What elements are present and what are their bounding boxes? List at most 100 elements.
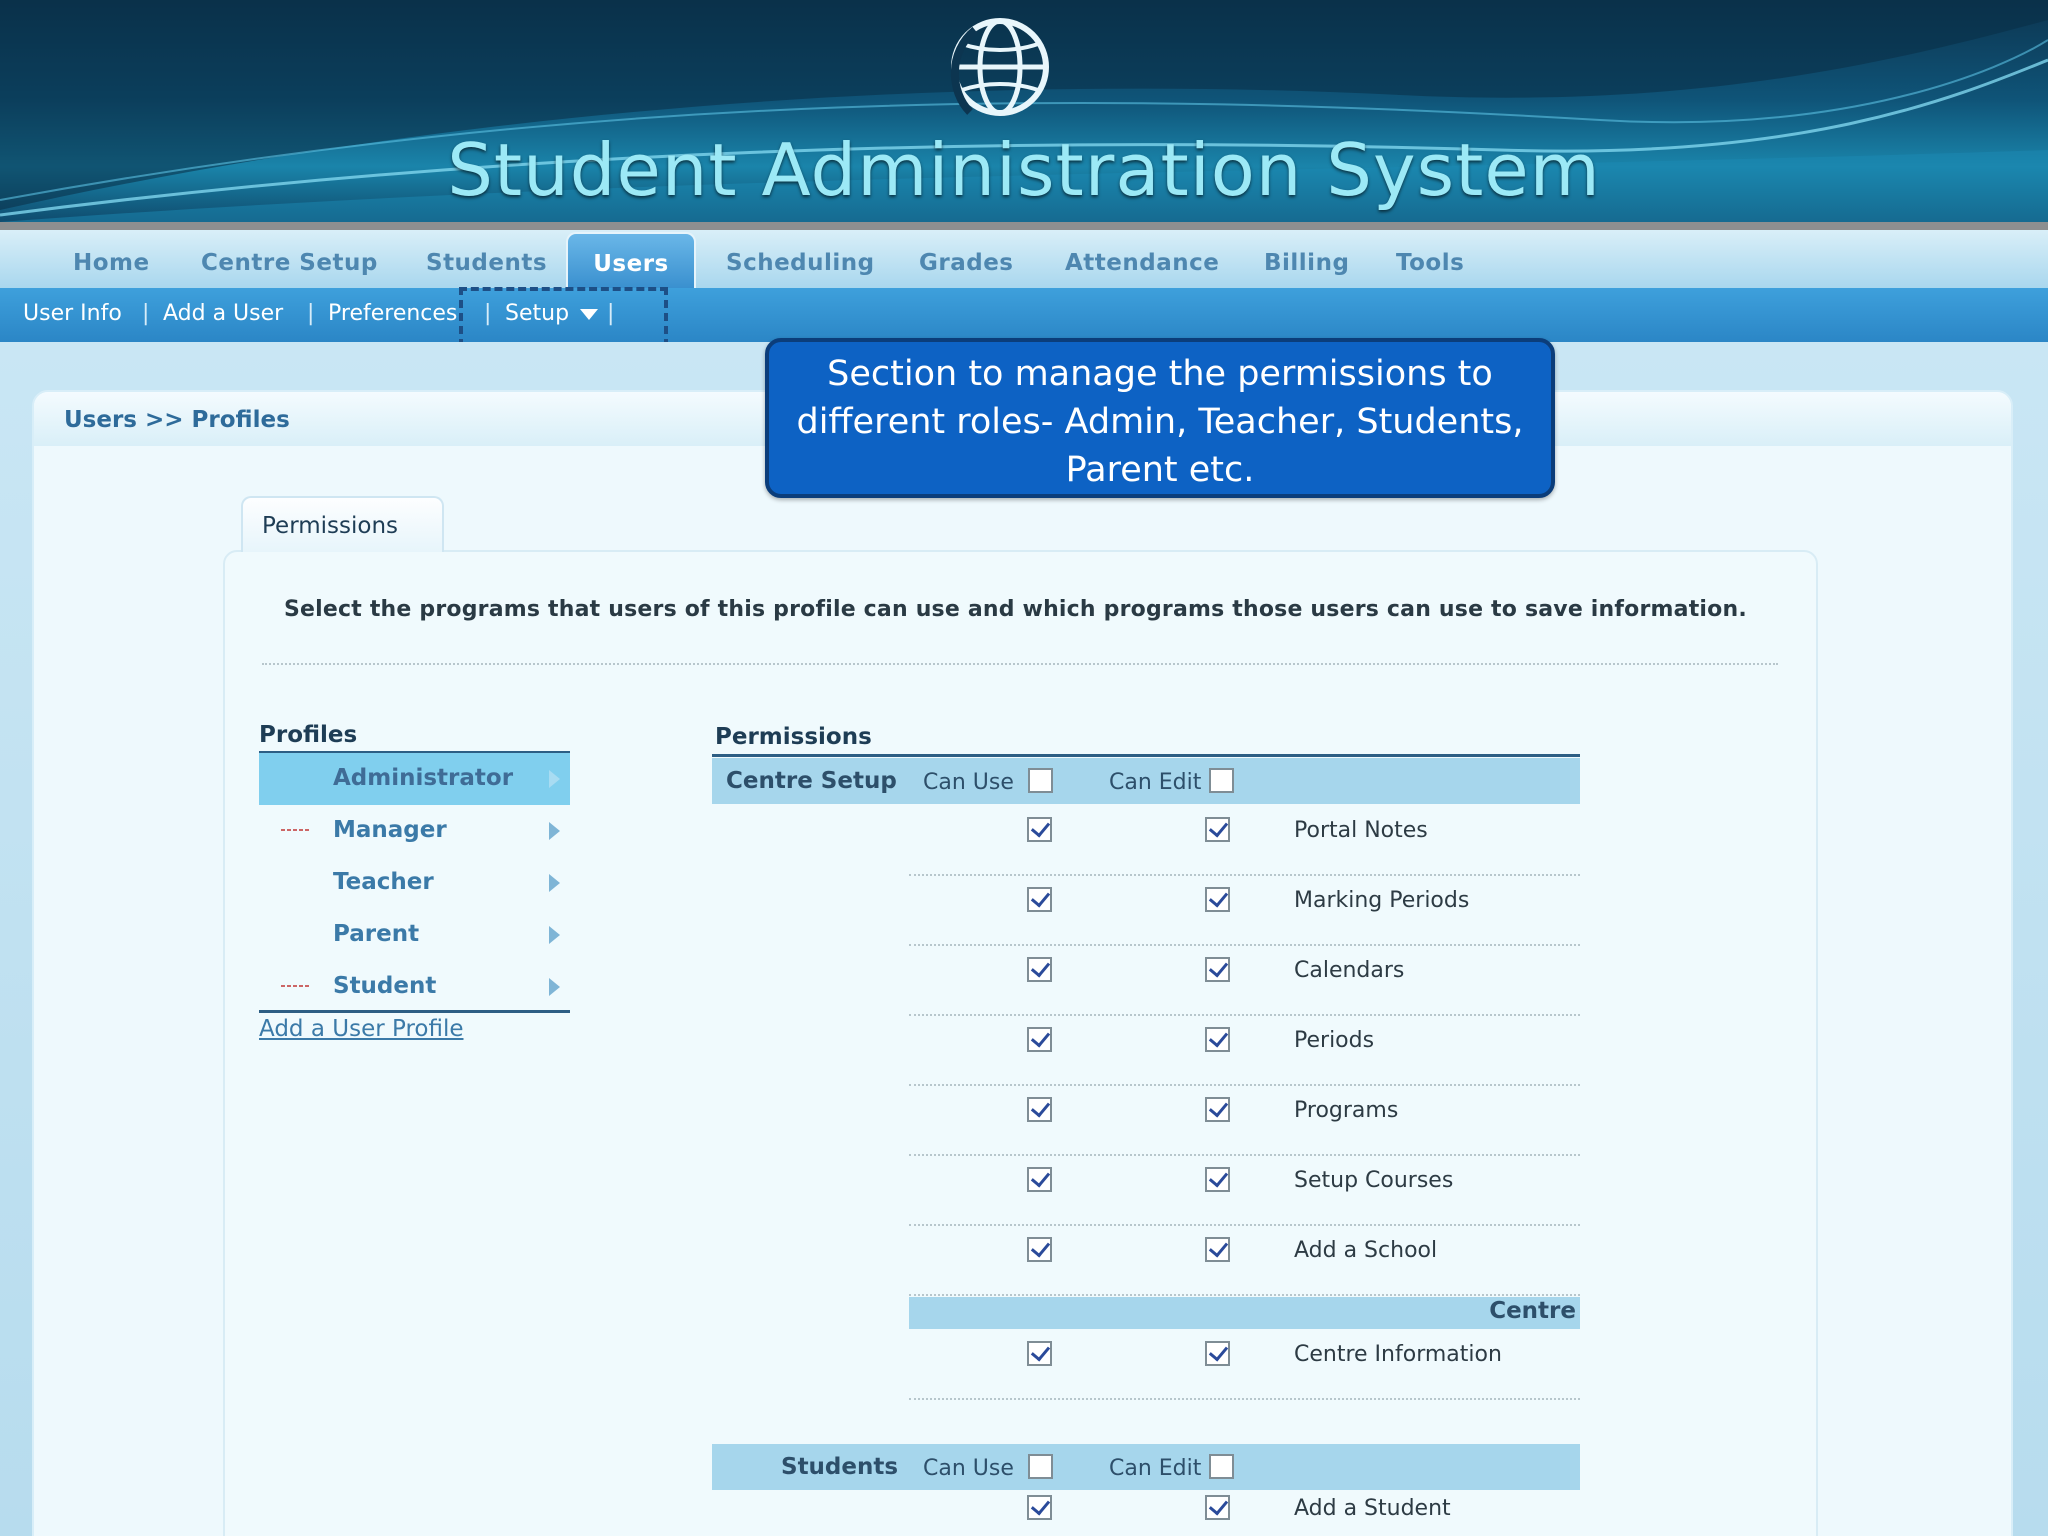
nav-tab-billing[interactable]: Billing <box>1264 230 1349 288</box>
callout-line: different roles- Admin, Teacher, Student… <box>796 402 1524 442</box>
subnav-separator: | <box>142 301 150 326</box>
select-all-can-edit-checkbox[interactable] <box>1209 1454 1234 1479</box>
permission-label: Centre Information <box>1294 1342 1502 1367</box>
profile-item-parent[interactable]: Parent <box>259 909 570 961</box>
can-edit-label: Can Edit <box>1109 770 1202 795</box>
can-use-checkbox[interactable] <box>1027 1341 1052 1366</box>
can-use-checkbox[interactable] <box>1027 1027 1052 1052</box>
can-use-checkbox[interactable] <box>1027 817 1052 842</box>
subnav-separator: | <box>307 301 315 326</box>
can-edit-label: Can Edit <box>1109 1456 1202 1481</box>
can-use-checkbox[interactable] <box>1027 1167 1052 1192</box>
callout-line: Section to manage the permissions to <box>827 354 1493 394</box>
user-marker-icon <box>281 985 311 987</box>
permission-row: Add a School <box>909 1226 1580 1296</box>
nav-tab-centre-setup[interactable]: Centre Setup <box>201 230 378 288</box>
profile-item-student[interactable]: Student <box>259 961 570 1013</box>
nav-tab-home[interactable]: Home <box>73 230 150 288</box>
chevron-right-icon <box>549 978 560 996</box>
chevron-right-icon <box>549 822 560 840</box>
profile-name: Student <box>333 973 437 999</box>
can-edit-checkbox[interactable] <box>1205 887 1230 912</box>
permission-row: Centre Information <box>909 1330 1580 1400</box>
permission-label: Calendars <box>1294 958 1405 983</box>
nav-tab-tools[interactable]: Tools <box>1396 230 1464 288</box>
main-nav: Home Centre Setup Students Users Schedul… <box>0 230 2048 288</box>
can-use-label: Can Use <box>923 770 1014 795</box>
can-use-checkbox[interactable] <box>1027 957 1052 982</box>
can-edit-checkbox[interactable] <box>1205 1495 1230 1520</box>
can-use-checkbox[interactable] <box>1027 1097 1052 1122</box>
permission-label: Add a Student <box>1294 1496 1451 1521</box>
can-use-checkbox[interactable] <box>1027 1237 1052 1262</box>
divider <box>262 663 1778 665</box>
can-edit-checkbox[interactable] <box>1205 1167 1230 1192</box>
can-use-checkbox[interactable] <box>1027 1495 1052 1520</box>
can-edit-checkbox[interactable] <box>1205 1097 1230 1122</box>
subsection-title: Centre <box>1489 1298 1576 1324</box>
permission-row: Portal Notes <box>909 806 1580 876</box>
subnav-preferences[interactable]: Preferences <box>328 301 457 326</box>
profile-item-administrator[interactable]: Administrator <box>259 753 570 805</box>
permission-label: Periods <box>1294 1028 1375 1053</box>
permission-row: Calendars <box>909 946 1580 1016</box>
can-edit-checkbox[interactable] <box>1205 957 1230 982</box>
chevron-right-icon <box>549 926 560 944</box>
profile-name: Teacher <box>333 869 434 895</box>
permission-row: Marking Periods <box>909 876 1580 946</box>
nav-tab-scheduling[interactable]: Scheduling <box>726 230 875 288</box>
breadcrumb[interactable]: Users >> Profiles <box>64 407 290 433</box>
app-title: Student Administration System <box>447 128 1601 212</box>
chevron-right-icon <box>549 874 560 892</box>
banner-separator <box>0 222 2048 230</box>
subsection-header-centre: Centre <box>909 1297 1580 1329</box>
select-all-can-use-checkbox[interactable] <box>1028 768 1053 793</box>
profile-item-teacher[interactable]: Teacher <box>259 857 570 909</box>
profiles-title: Profiles <box>259 722 358 748</box>
section-title: Students <box>781 1454 899 1480</box>
globe-logo-icon <box>950 18 1049 116</box>
sub-nav: User Info | Add a User | Preferences | S… <box>0 288 2048 342</box>
can-edit-checkbox[interactable] <box>1205 1237 1230 1262</box>
profile-name: Manager <box>333 817 447 843</box>
nav-tab-users[interactable]: Users <box>566 232 696 288</box>
permission-label: Marking Periods <box>1294 888 1470 913</box>
add-user-profile-link[interactable]: Add a User Profile <box>259 1016 464 1042</box>
permission-row: Periods <box>909 1016 1580 1086</box>
permission-row: Programs <box>909 1086 1580 1156</box>
permission-label: Setup Courses <box>1294 1168 1454 1193</box>
select-all-can-edit-checkbox[interactable] <box>1209 768 1234 793</box>
profile-item-manager[interactable]: Manager <box>259 805 570 857</box>
chevron-right-icon <box>549 770 560 788</box>
tab-permissions[interactable]: Permissions <box>241 496 444 552</box>
callout-annotation: Section to manage the permissions to dif… <box>765 338 1555 498</box>
profile-name: Parent <box>333 921 420 947</box>
can-edit-checkbox[interactable] <box>1205 1027 1230 1052</box>
section-title: Centre Setup <box>726 768 897 794</box>
instructions-text: Select the programs that users of this p… <box>284 597 1747 622</box>
permission-row: Add a Student <box>909 1492 1580 1536</box>
callout-line: Parent etc. <box>1065 450 1255 490</box>
select-all-can-use-checkbox[interactable] <box>1028 1454 1053 1479</box>
can-edit-checkbox[interactable] <box>1205 817 1230 842</box>
permission-row: Setup Courses <box>909 1156 1580 1226</box>
header-banner: Student Administration System <box>0 0 2048 222</box>
nav-tab-grades[interactable]: Grades <box>919 230 1014 288</box>
can-edit-checkbox[interactable] <box>1205 1341 1230 1366</box>
user-marker-icon <box>281 829 311 831</box>
permissions-title: Permissions <box>715 724 872 750</box>
subnav-add-user[interactable]: Add a User <box>163 301 283 326</box>
divider <box>259 1010 570 1013</box>
divider <box>712 754 1580 757</box>
nav-tab-attendance[interactable]: Attendance <box>1065 230 1219 288</box>
permission-label: Portal Notes <box>1294 818 1428 843</box>
permission-label: Add a School <box>1294 1238 1438 1263</box>
can-use-label: Can Use <box>923 1456 1014 1481</box>
tab-permissions-label: Permissions <box>262 513 399 539</box>
section-header-students: Students Can Use Can Edit <box>712 1444 1580 1490</box>
can-use-checkbox[interactable] <box>1027 887 1052 912</box>
profile-name: Administrator <box>333 765 514 791</box>
nav-tab-students[interactable]: Students <box>426 230 547 288</box>
subnav-user-info[interactable]: User Info <box>23 301 122 326</box>
section-header-centre-setup: Centre Setup Can Use Can Edit <box>712 758 1580 804</box>
